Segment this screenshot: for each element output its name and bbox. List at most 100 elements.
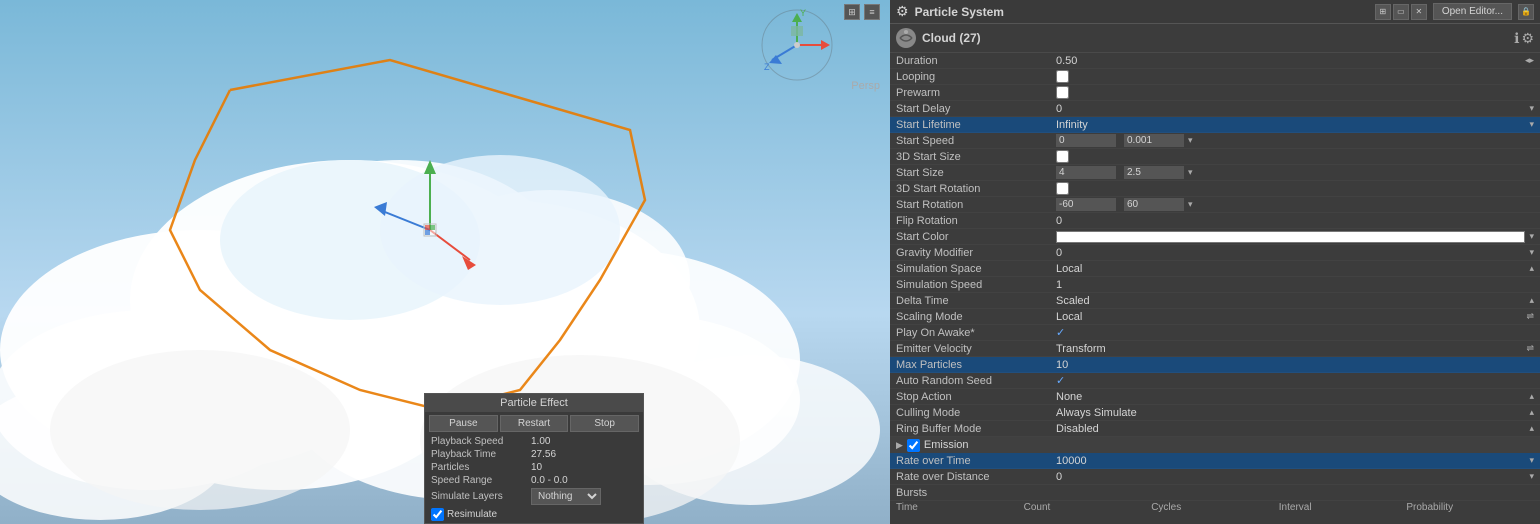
properties-list: Duration 0.50 ◂▸ Looping Prewarm Start D… <box>890 53 1540 524</box>
resimulate-label: Resimulate <box>447 509 497 520</box>
perspective-label: Persp <box>851 80 880 92</box>
scaling-mode-value[interactable]: Local <box>1056 311 1522 323</box>
delta-time-value[interactable]: Scaled <box>1056 295 1525 307</box>
component-info-icon[interactable]: ℹ <box>1514 30 1519 47</box>
simulation-space-value[interactable]: Local <box>1056 263 1525 275</box>
max-particles-row: Max Particles 10 <box>890 357 1540 373</box>
component-header: Cloud (27) ℹ ⚙ <box>890 24 1540 53</box>
start-delay-row: Start Delay 0 ▾ <box>890 101 1540 117</box>
ring-buffer-mode-arrow: ▴ <box>1529 423 1534 434</box>
duration-value[interactable]: 0.50 <box>1056 55 1521 67</box>
max-particles-label: Max Particles <box>896 359 1056 371</box>
3d-start-size-label: 3D Start Size <box>896 151 1056 163</box>
simulation-space-arrow: ▴ <box>1529 263 1534 274</box>
bursts-cycles-col: Cycles <box>1151 502 1279 514</box>
pause-button[interactable]: Pause <box>429 415 498 432</box>
rate-over-time-row: Rate over Time 10000 ▾ <box>890 453 1540 469</box>
culling-mode-value[interactable]: Always Simulate <box>1056 407 1525 419</box>
simulate-layers-label: Simulate Layers <box>431 491 531 502</box>
restart-button[interactable]: Restart <box>500 415 569 432</box>
particles-label: Particles <box>431 462 531 473</box>
emitter-velocity-value[interactable]: Transform <box>1056 343 1522 355</box>
auto-random-seed-row: Auto Random Seed ✓ <box>890 373 1540 389</box>
flip-rotation-value[interactable]: 0 <box>1056 215 1534 227</box>
emission-label: Emission <box>924 439 969 451</box>
start-lifetime-value[interactable]: Infinity <box>1056 119 1525 131</box>
delta-time-label: Delta Time <box>896 295 1056 307</box>
playback-time-row: Playback Time 27.56 <box>425 448 643 461</box>
start-rotation-field2[interactable] <box>1124 198 1184 211</box>
rate-over-time-value[interactable]: 10000 <box>1056 455 1525 467</box>
start-rotation-label: Start Rotation <box>896 199 1056 211</box>
culling-mode-label: Culling Mode <box>896 407 1056 419</box>
looping-row: Looping <box>890 69 1540 85</box>
maximize-icon[interactable]: ⊞ <box>844 4 860 20</box>
start-lifetime-row: Start Lifetime Infinity ▾ <box>890 117 1540 133</box>
resimulate-checkbox[interactable] <box>431 508 444 521</box>
3d-start-size-checkbox[interactable] <box>1056 150 1069 163</box>
rate-over-time-label: Rate over Time <box>896 455 1056 467</box>
simulation-speed-label: Simulation Speed <box>896 279 1056 291</box>
stop-action-value[interactable]: None <box>1056 391 1525 403</box>
open-editor-button[interactable]: Open Editor... <box>1433 3 1512 20</box>
start-size-values <box>1056 166 1184 179</box>
rate-over-distance-value[interactable]: 0 <box>1056 471 1525 483</box>
panel-lock-icon[interactable]: 🔒 <box>1518 4 1534 20</box>
3d-start-rotation-label: 3D Start Rotation <box>896 183 1056 195</box>
start-speed-field2[interactable] <box>1124 134 1184 147</box>
panel-icon-1[interactable]: ⊞ <box>1375 4 1391 20</box>
start-speed-field1[interactable] <box>1056 134 1116 147</box>
rate-over-distance-arrow: ▾ <box>1529 471 1534 482</box>
3d-start-rotation-row: 3D Start Rotation <box>890 181 1540 197</box>
prewarm-checkbox[interactable] <box>1056 86 1069 99</box>
svg-text:Y: Y <box>800 8 806 18</box>
play-on-awake-label: Play On Awake* <box>896 327 1056 339</box>
start-size-field2[interactable] <box>1124 166 1184 179</box>
play-on-awake-check[interactable]: ✓ <box>1056 326 1065 339</box>
start-size-row: Start Size ▾ <box>890 165 1540 181</box>
svg-text:Z: Z <box>764 62 770 72</box>
playback-time-label: Playback Time <box>431 449 531 460</box>
ring-buffer-mode-value[interactable]: Disabled <box>1056 423 1525 435</box>
start-speed-label: Start Speed <box>896 135 1056 147</box>
gizmo[interactable]: Y Z <box>760 8 835 83</box>
playback-time-value: 27.56 <box>531 449 556 460</box>
panel-icon-2[interactable]: ▭ <box>1393 4 1409 20</box>
bursts-label: Bursts <box>896 487 1056 499</box>
max-particles-value[interactable]: 10 <box>1056 359 1534 371</box>
gravity-modifier-value[interactable]: 0 <box>1056 247 1525 259</box>
start-lifetime-label: Start Lifetime <box>896 119 1056 131</box>
panel-icon-3[interactable]: ✕ <box>1411 4 1427 20</box>
viewport[interactable]: ⊞ ≡ Y Z Persp Particle Effect <box>0 0 890 524</box>
start-speed-values <box>1056 134 1184 147</box>
stop-button[interactable]: Stop <box>570 415 639 432</box>
emission-section[interactable]: ▶ Emission <box>890 437 1540 453</box>
delta-time-arrow: ▴ <box>1529 295 1534 306</box>
looping-checkbox[interactable] <box>1056 70 1069 83</box>
start-rotation-row: Start Rotation ▾ <box>890 197 1540 213</box>
prewarm-row: Prewarm <box>890 85 1540 101</box>
component-settings-icon[interactable]: ⚙ <box>1521 30 1534 47</box>
flip-rotation-row: Flip Rotation 0 <box>890 213 1540 229</box>
auto-random-seed-check[interactable]: ✓ <box>1056 374 1065 387</box>
gravity-modifier-arrow: ▾ <box>1529 247 1534 258</box>
start-lifetime-arrow: ▾ <box>1529 119 1534 130</box>
settings-icon[interactable]: ≡ <box>864 4 880 20</box>
simulation-speed-value[interactable]: 1 <box>1056 279 1534 291</box>
culling-mode-row: Culling Mode Always Simulate ▴ <box>890 405 1540 421</box>
duration-label: Duration <box>896 55 1056 67</box>
3d-start-size-row: 3D Start Size <box>890 149 1540 165</box>
simulation-space-row: Simulation Space Local ▴ <box>890 261 1540 277</box>
start-size-field1[interactable] <box>1056 166 1116 179</box>
simulate-layers-select[interactable]: Nothing Everything <box>531 488 601 505</box>
emission-checkbox[interactable] <box>907 439 920 452</box>
3d-start-rotation-checkbox[interactable] <box>1056 182 1069 195</box>
start-color-bar[interactable] <box>1056 231 1525 243</box>
start-delay-value[interactable]: 0 <box>1056 103 1525 115</box>
bursts-interval-col: Interval <box>1279 502 1407 514</box>
start-rotation-field1[interactable] <box>1056 198 1116 211</box>
emitter-velocity-arrow: ⇌ <box>1526 343 1534 354</box>
auto-random-seed-label: Auto Random Seed <box>896 375 1056 387</box>
bursts-count-col: Count <box>1024 502 1152 514</box>
prewarm-label: Prewarm <box>896 87 1056 99</box>
